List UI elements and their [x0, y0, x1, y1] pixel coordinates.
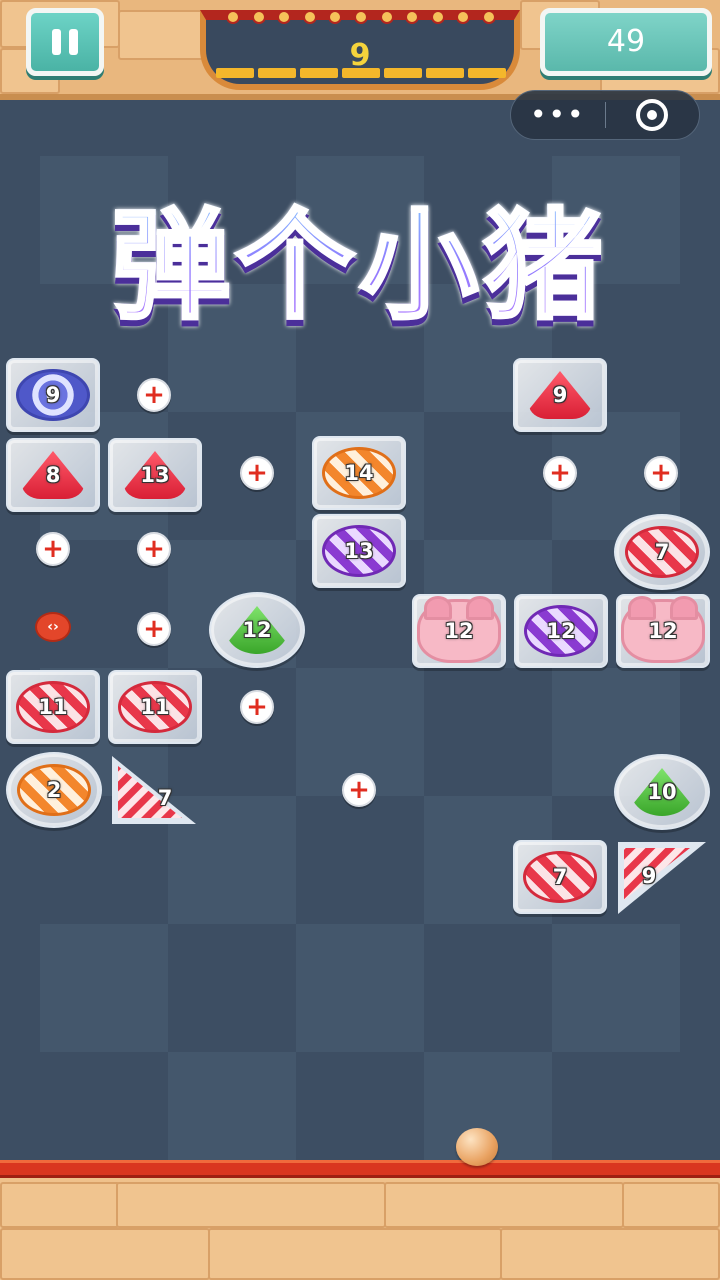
block-value: 9 — [16, 369, 90, 421]
board-cell — [168, 1052, 296, 1164]
block-candy-red: 7 — [614, 514, 710, 590]
extra-ball-pickup: + — [342, 773, 376, 807]
block-triangle: 9 — [614, 840, 708, 914]
block-candy-red: 11 — [108, 670, 202, 744]
extra-ball-pickup: + — [240, 456, 274, 490]
block-pig: 12 — [412, 594, 506, 668]
block-swirl: 9 — [6, 358, 100, 432]
block-gem-green: 10 — [614, 754, 710, 830]
block-triangle: 7 — [108, 752, 202, 826]
block-gem-red: 8 — [6, 438, 100, 512]
ball-count: 49 — [540, 8, 712, 76]
board-cell — [40, 924, 168, 1052]
block-value: 7 — [157, 786, 173, 810]
extra-ball-pickup: + — [137, 378, 171, 412]
block-value: 9 — [529, 371, 591, 419]
wall-brick — [500, 1228, 720, 1280]
block-candy-red: 7 — [513, 840, 607, 914]
block-value: 9 — [641, 864, 657, 888]
wall-brick — [208, 1228, 502, 1280]
board-cell — [296, 924, 424, 1052]
pause-icon — [52, 29, 61, 55]
close-target-icon — [636, 99, 669, 131]
block-value: 14 — [322, 447, 396, 499]
block-value: 2 — [17, 764, 91, 816]
block-candy-purple: 12 — [514, 594, 608, 668]
extra-ball-pickup: + — [137, 612, 171, 646]
extra-ball-pickup: + — [137, 532, 171, 566]
top-bar: 9 49 — [0, 0, 720, 100]
block-pig: 12 — [616, 594, 710, 668]
close-button[interactable] — [606, 99, 700, 131]
block-value: 13 — [124, 451, 186, 499]
block-value: 12 — [621, 596, 705, 663]
block-candy-red: 11 — [6, 670, 100, 744]
extra-ball-pickup: + — [644, 456, 678, 490]
block-candy-orange: 2 — [6, 752, 102, 828]
board-cell — [552, 924, 680, 1052]
block-value: 12 — [524, 605, 598, 657]
wall-brick — [0, 1182, 120, 1228]
block-value: 7 — [625, 526, 699, 578]
wall-brick — [384, 1182, 624, 1228]
panel-scallop — [226, 10, 496, 24]
game-title: 弹个小猪 — [100, 170, 620, 340]
block-gem-red: 9 — [513, 358, 607, 432]
pause-icon — [69, 29, 78, 55]
miniprogram-capsule: ••• — [510, 90, 700, 140]
block-value: 13 — [322, 525, 396, 577]
wall-brick — [622, 1182, 720, 1228]
block-value: 12 — [226, 606, 288, 654]
more-menu-button[interactable]: ••• — [511, 101, 605, 129]
block-value: 11 — [16, 681, 90, 733]
block-candy-purple: 13 — [312, 514, 406, 588]
splitter-pickup: ‹› — [35, 612, 71, 642]
block-value: 7 — [523, 851, 597, 903]
block-value: 12 — [417, 596, 501, 663]
block-gem-green: 12 — [209, 592, 305, 668]
wall-brick — [116, 1182, 386, 1228]
level-panel: 9 — [200, 10, 520, 90]
block-candy-orange: 14 — [312, 436, 406, 510]
pause-button[interactable] — [26, 8, 104, 76]
wall-brick — [118, 10, 208, 60]
wall-brick — [0, 1228, 210, 1280]
block-value: 8 — [22, 451, 84, 499]
block-gem-red: 13 — [108, 438, 202, 512]
floor-bricks — [0, 1178, 720, 1280]
extra-ball-pickup: + — [36, 532, 70, 566]
extra-ball-pickup: + — [543, 456, 577, 490]
block-value: 10 — [631, 768, 693, 816]
block-value: 11 — [118, 681, 192, 733]
extra-ball-pickup: + — [240, 690, 274, 724]
launcher-ball[interactable] — [456, 1128, 498, 1166]
level-progress — [216, 68, 506, 78]
floor-line — [0, 1160, 720, 1178]
